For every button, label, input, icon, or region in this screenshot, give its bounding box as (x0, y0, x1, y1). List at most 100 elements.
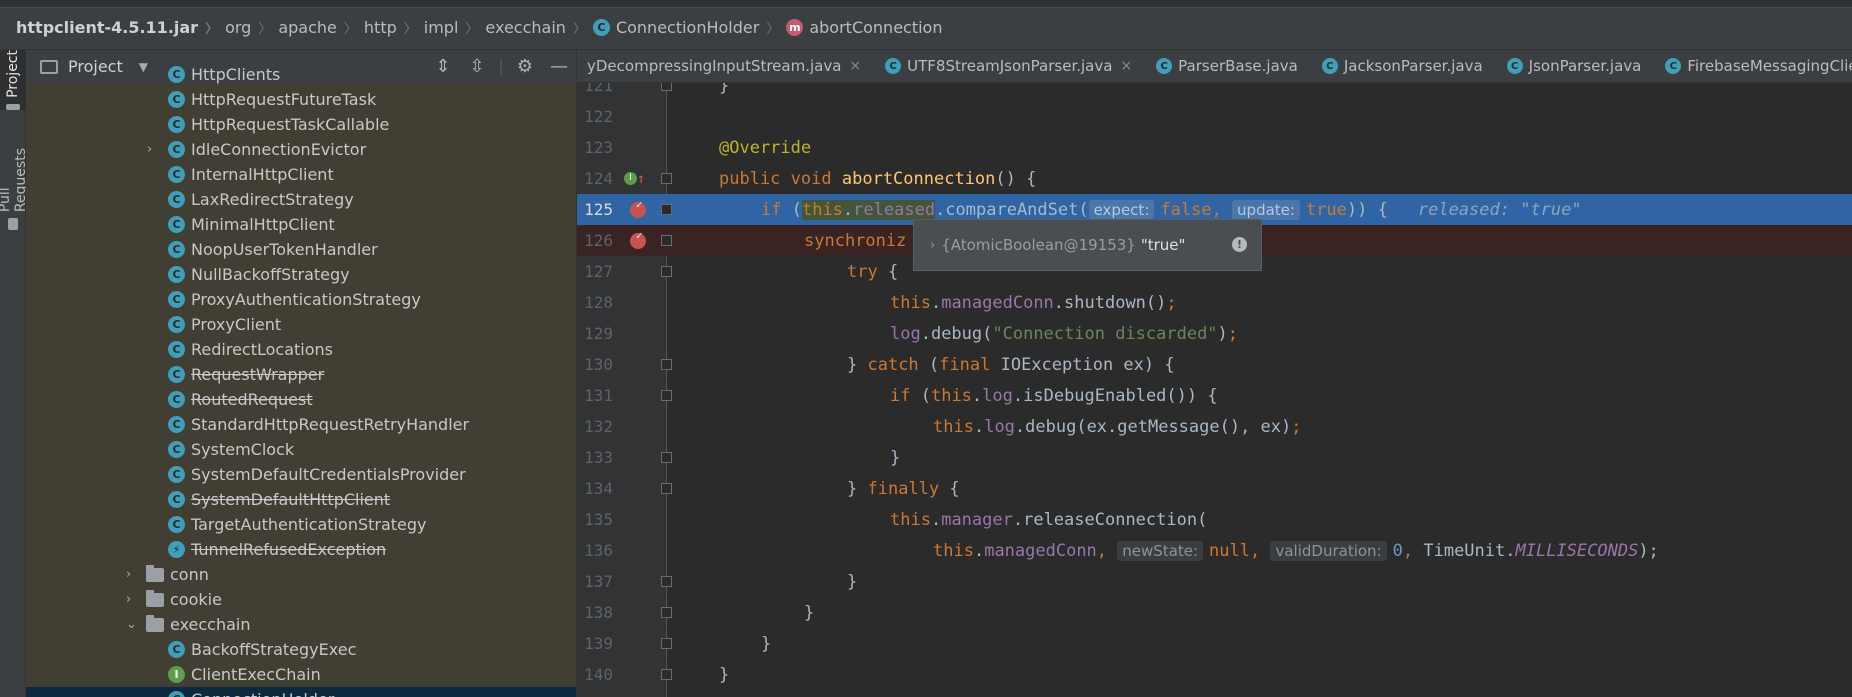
tab-project[interactable]: Project (0, 50, 26, 110)
fold-marker[interactable] (661, 204, 672, 215)
tree-item[interactable]: C RedirectLocations (26, 337, 576, 362)
fold-marker[interactable] (661, 266, 672, 277)
tree-folder[interactable]: › cookie (26, 587, 576, 612)
fold-marker[interactable] (661, 669, 672, 680)
tree-folder[interactable]: › conn (26, 562, 576, 587)
tree-item[interactable]: C SystemDefaultCredentialsProvider (26, 462, 576, 487)
tree-folder[interactable]: ⌄ execchain (26, 612, 576, 637)
fold-marker[interactable] (661, 576, 672, 587)
tree-item-label: ConnectionHolder (191, 690, 334, 697)
breadcrumb-class[interactable]: C ConnectionHolder 〉 (592, 18, 786, 37)
method-icon: m (786, 19, 804, 36)
tree-item-label: LaxRedirectStrategy (191, 190, 354, 209)
class-icon: C (1665, 58, 1682, 74)
breakpoint-icon[interactable] (630, 198, 646, 218)
popup-object: {AtomicBoolean@19153} (941, 236, 1136, 254)
chevron-right-icon[interactable]: › (147, 142, 152, 157)
tree-item-label: SystemDefaultHttpClient (191, 490, 391, 509)
fold-marker[interactable] (661, 390, 672, 401)
tree-item[interactable]: C TargetAuthenticationStrategy (26, 512, 576, 537)
class-icon: C (168, 491, 185, 508)
chevron-right-icon[interactable]: › (930, 238, 935, 253)
tree-item[interactable]: C SystemClock (26, 437, 576, 462)
code-editor[interactable]: 121 } 122 123 @Override 124 I ↑ public v… (577, 83, 1852, 697)
breakpoint-icon[interactable] (630, 229, 646, 249)
tree-item[interactable]: C BackoffStrategyExec (26, 637, 576, 662)
tree-item[interactable]: C LaxRedirectStrategy (26, 187, 576, 212)
tree-item[interactable]: C MinimalHttpClient (26, 212, 576, 237)
close-icon[interactable]: × (1120, 58, 1132, 74)
breadcrumb-execchain[interactable]: execchain 〉 (485, 18, 593, 37)
editor-tab[interactable]: C ParserBase.java (1146, 57, 1312, 75)
editor-tab[interactable]: C JsonParser.java (1497, 57, 1656, 75)
tree-item[interactable]: C HttpRequestFutureTask (26, 87, 576, 112)
class-icon: C (168, 191, 185, 208)
tool-window-stripe: Project Pull Requests (0, 50, 29, 697)
class-icon: C (168, 241, 185, 258)
class-icon: C (168, 516, 185, 533)
chevron-right-icon[interactable]: › (126, 567, 131, 582)
breadcrumb-apache[interactable]: apache 〉 (278, 18, 364, 37)
code-line-130: 130 } catch (final IOException ex) { (584, 354, 1175, 375)
tree-item[interactable]: › C IdleConnectionEvictor (26, 137, 576, 162)
fold-marker[interactable] (661, 607, 672, 618)
tree-item-label: HttpRequestFutureTask (191, 90, 377, 109)
tree-item-label: HttpRequestTaskCallable (191, 115, 390, 134)
class-icon: C (168, 341, 185, 358)
tree-item[interactable]: C ProxyClient (26, 312, 576, 337)
fold-marker[interactable] (661, 483, 672, 494)
tree-item[interactable]: C InternalHttpClient (26, 162, 576, 187)
tree-item[interactable]: C ConnectionHolder (26, 687, 576, 697)
breadcrumb-http[interactable]: http 〉 (364, 18, 424, 37)
breadcrumb-org[interactable]: org 〉 (225, 18, 278, 37)
code-line-134: 134 } finally { (584, 478, 960, 499)
fold-marker[interactable] (661, 638, 672, 649)
tree-item[interactable]: C RequestWrapper (26, 362, 576, 387)
tree-item[interactable]: C RoutedRequest (26, 387, 576, 412)
class-icon: C (168, 66, 185, 83)
override-icon[interactable]: I (624, 172, 637, 185)
breadcrumb-method[interactable]: m abortConnection (786, 18, 942, 37)
class-icon: C (885, 58, 902, 74)
editor-tab[interactable]: C JacksonParser.java (1312, 57, 1497, 75)
arrow-up-icon[interactable]: ↑ (637, 171, 645, 187)
tab-label: ParserBase.java (1178, 57, 1298, 75)
tree-item-label: TunnelRefusedException (191, 540, 387, 559)
tree-item[interactable]: C HttpRequestTaskCallable (26, 112, 576, 137)
tab-pull-requests[interactable]: Pull Requests (0, 120, 29, 230)
tree-item[interactable]: C StandardHttpRequestRetryHandler (26, 412, 576, 437)
tree-item[interactable]: I ClientExecChain (26, 662, 576, 687)
breadcrumb-impl[interactable]: impl 〉 (424, 18, 486, 37)
fold-marker[interactable] (661, 452, 672, 463)
editor-tab[interactable]: yDecompressingInputStream.java × (577, 57, 875, 75)
chevron-down-icon[interactable]: ⌄ (126, 617, 137, 632)
debugger-value-popup[interactable]: › {AtomicBoolean@19153} "true" ! (913, 219, 1262, 271)
tree-item-label: ClientExecChain (191, 665, 321, 684)
fold-marker[interactable] (661, 359, 672, 370)
info-icon[interactable]: ! (1232, 237, 1247, 252)
tree-item[interactable]: C NullBackoffStrategy (26, 262, 576, 287)
tree-item-label: RequestWrapper (191, 365, 325, 384)
tree-item[interactable]: C SystemDefaultHttpClient (26, 487, 576, 512)
tree-item[interactable]: C HttpClients (26, 62, 576, 87)
tree-item[interactable]: C NoopUserTokenHandler (26, 237, 576, 262)
tab-label: yDecompressingInputStream.java (587, 57, 842, 75)
class-icon: C (1156, 58, 1173, 74)
close-icon[interactable]: × (849, 58, 861, 74)
class-icon: C (168, 391, 185, 408)
tree-item-label: NoopUserTokenHandler (191, 240, 378, 259)
breadcrumb-root[interactable]: httpclient-4.5.11.jar 〉 (16, 18, 225, 37)
editor-tab[interactable]: C UTF8StreamJsonParser.java × (875, 57, 1146, 75)
tree-item[interactable]: ⚡ TunnelRefusedException (26, 537, 576, 562)
class-icon: C (168, 316, 185, 333)
code-line-123: 123 @Override (584, 137, 812, 158)
fold-marker[interactable] (661, 173, 672, 184)
editor-tab[interactable]: C FirebaseMessagingClient.java (1655, 57, 1852, 75)
chevron-right-icon[interactable]: › (126, 592, 131, 607)
tree-item[interactable]: C ProxyAuthenticationStrategy (26, 287, 576, 312)
fold-marker[interactable] (661, 83, 672, 91)
tree-item-label: cookie (170, 590, 222, 609)
fold-marker[interactable] (661, 235, 672, 246)
class-icon: C (168, 466, 185, 483)
class-icon: C (168, 641, 185, 658)
